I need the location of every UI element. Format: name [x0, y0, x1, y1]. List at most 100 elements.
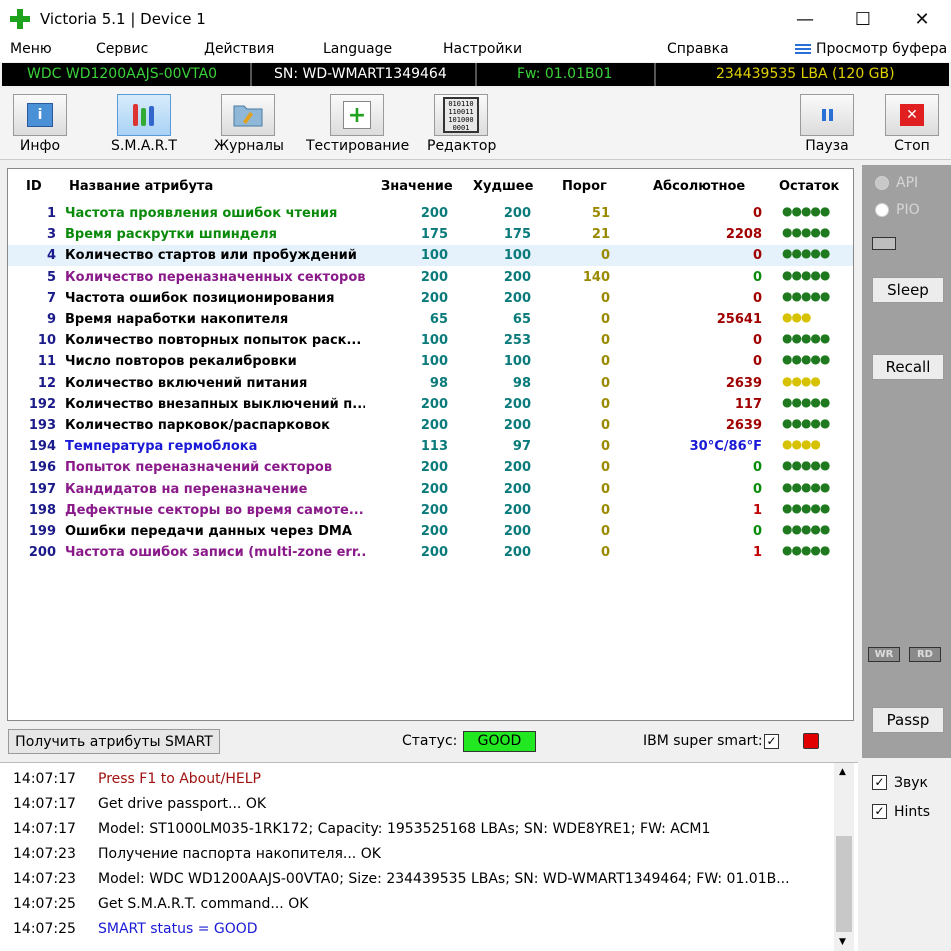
- log-time: 14:07:25: [13, 896, 76, 912]
- table-row[interactable]: 198 Дефектные секторы во время самоте... 2…: [8, 500, 853, 521]
- pause-icon: [800, 94, 854, 136]
- table-row[interactable]: 4 Количество стартов или пробуждений 100 10…: [8, 245, 853, 267]
- get-smart-button[interactable]: Получить атрибуты SMART: [8, 729, 220, 754]
- log-message: Get drive passport... OK: [98, 796, 267, 812]
- menu-actions[interactable]: Действия: [204, 41, 274, 57]
- ibm-super-smart-checkbox[interactable]: ✓: [764, 734, 779, 749]
- info-button[interactable]: i Инфо: [12, 94, 68, 154]
- editor-button[interactable]: 010110 110011 101000 0001 Редактор: [427, 94, 496, 154]
- col-threshold[interactable]: Порог: [562, 179, 607, 194]
- table-row[interactable]: 199 Ошибки передачи данных через DMA 200 20…: [8, 521, 853, 542]
- table-row[interactable]: 200 Частота ошибок записи (multi-zone err…: [8, 542, 853, 563]
- title-bar: Victoria 5.1 | Device 1 — ☐ ✕: [0, 0, 951, 38]
- row-worst: 200: [503, 502, 531, 518]
- row-id: 1: [46, 206, 56, 221]
- row-raw: 0: [752, 269, 762, 285]
- col-health[interactable]: Остаток: [779, 179, 839, 194]
- row-raw: 0: [752, 354, 762, 370]
- col-value[interactable]: Значение: [381, 179, 453, 194]
- passport-button[interactable]: Passp: [872, 707, 944, 733]
- menu-help[interactable]: Справка: [667, 41, 729, 57]
- menu-language[interactable]: Language: [323, 41, 392, 57]
- table-row[interactable]: 12 Количество включений питания 98 98 0 2639 ●…: [8, 373, 853, 394]
- row-name: Количество повторных попыток раск...: [65, 333, 362, 349]
- table-row[interactable]: 3 Время раскрутки шпинделя 175 175 21 2208 ●●●…: [8, 224, 853, 245]
- log-message: Model: ST1000LM035-1RK172; Capacity: 195…: [98, 821, 711, 837]
- recall-button[interactable]: Recall: [872, 354, 944, 380]
- col-name[interactable]: Название атрибута: [69, 179, 213, 194]
- table-row[interactable]: 10 Количество повторных попыток раск... 10…: [8, 330, 853, 351]
- scroll-down-icon[interactable]: ▼: [839, 937, 846, 947]
- col-id[interactable]: ID: [26, 179, 42, 194]
- row-raw: 0: [752, 206, 762, 221]
- table-row[interactable]: 194 Температура гермоблока 113 97 0 30°C/86°F…: [8, 436, 853, 457]
- maximize-button[interactable]: ☐: [834, 0, 892, 38]
- red-status-led: [803, 733, 819, 749]
- table-row[interactable]: 11 Число повторов рекалибровки 100 100 0 0 ●●●…: [8, 351, 853, 372]
- close-button[interactable]: ✕: [893, 0, 951, 38]
- row-name: Количество парковок/распарковок: [65, 418, 330, 433]
- table-row[interactable]: 9 Время наработки накопителя 65 65 0 25641 ●●●: [8, 309, 853, 330]
- sleep-button[interactable]: Sleep: [872, 277, 944, 303]
- api-radio[interactable]: [875, 176, 889, 190]
- row-id: 196: [28, 460, 56, 476]
- table-row[interactable]: 197 Кандидатов на переназначение 200 200 0 0 ●…: [8, 479, 853, 500]
- stop-button[interactable]: ✕ Стоп: [885, 94, 939, 154]
- row-worst: 200: [503, 269, 531, 285]
- row-value: 65: [429, 312, 448, 327]
- log-time: 14:07:23: [13, 846, 76, 862]
- health-dots: ●●●●●: [782, 288, 830, 303]
- testing-button[interactable]: + Тестирование: [306, 94, 409, 154]
- row-worst: 200: [503, 206, 531, 221]
- row-raw: 30°C/86°F: [689, 439, 762, 455]
- logs-button[interactable]: Журналы: [214, 94, 284, 154]
- sound-checkbox[interactable]: ✓: [872, 775, 887, 790]
- hints-checkbox[interactable]: ✓: [872, 804, 887, 819]
- row-name: Частота ошибок позиционирования: [65, 290, 335, 306]
- log-time: 14:07:17: [13, 821, 76, 837]
- scroll-up-icon[interactable]: ▲: [839, 767, 846, 777]
- row-raw: 117: [734, 396, 762, 412]
- col-raw[interactable]: Абсолютное: [653, 179, 745, 194]
- table-row[interactable]: 196 Попыток переназначений секторов 200 200…: [8, 457, 853, 478]
- smart-table: ID Название атрибута Значение Худшее Пор…: [7, 168, 854, 721]
- col-worst[interactable]: Худшее: [473, 179, 533, 194]
- pause-button[interactable]: Пауза: [800, 94, 854, 154]
- log-message: Model: WDC WD1200AAJS-00VTA0; Size: 2344…: [98, 871, 790, 887]
- table-row[interactable]: 5 Количество переназначенных секторов 200 2…: [8, 267, 853, 288]
- table-row[interactable]: 192 Количество внезапных выключений п... 2…: [8, 394, 853, 415]
- stop-x-icon: ✕: [885, 94, 939, 136]
- menu-service[interactable]: Сервис: [96, 41, 148, 57]
- smart-button[interactable]: S.M.A.R.T: [108, 94, 180, 154]
- table-row[interactable]: 193 Количество парковок/распарковок 200 200…: [8, 415, 853, 436]
- row-raw: 2639: [725, 375, 762, 391]
- row-worst: 65: [512, 312, 531, 327]
- row-name: Попыток переназначений секторов: [65, 460, 333, 476]
- row-worst: 200: [503, 481, 531, 497]
- health-dots: ●●●: [782, 310, 811, 324]
- table-row[interactable]: 7 Частота ошибок позиционирования 200 200 0 0…: [8, 288, 853, 309]
- menu-buffer-view[interactable]: Просмотр буфера: [816, 41, 947, 57]
- menu-main[interactable]: Меню: [10, 41, 52, 57]
- scroll-thumb[interactable]: [836, 836, 852, 932]
- log-message: SMART status = GOOD: [98, 921, 258, 937]
- ibm-super-smart-label: IBM super smart:: [643, 733, 763, 749]
- health-dots: ●●●●●: [782, 543, 830, 558]
- drive-model[interactable]: WDC WD1200AAJS-00VTA0: [2, 63, 252, 86]
- minimize-button[interactable]: —: [776, 0, 834, 38]
- row-worst: 100: [503, 248, 531, 264]
- row-value: 200: [420, 460, 448, 476]
- pio-radio[interactable]: [875, 203, 889, 217]
- row-name: Время раскрутки шпинделя: [65, 227, 277, 243]
- wr-indicator: WR: [868, 647, 900, 662]
- health-dots: ●●●●: [782, 437, 821, 452]
- log-scrollbar[interactable]: ▲ ▼: [834, 763, 854, 951]
- table-row[interactable]: 1 Частота проявления ошибок чтения 200 200 5…: [8, 203, 853, 224]
- drive-info-bar: WDC WD1200AAJS-00VTA0 SN: WD-WMART134946…: [2, 63, 949, 86]
- log-entry: 14:07:23 Получение паспорта накопителя...…: [0, 842, 830, 867]
- log-entry: 14:07:25 Get S.M.A.R.T. command... OK: [0, 892, 830, 917]
- menu-settings[interactable]: Настройки: [443, 41, 522, 57]
- log-entry: 14:07:17 Press F1 to About/HELP: [0, 767, 830, 792]
- row-name: Количество переназначенных секторов: [65, 269, 365, 285]
- window-title: Victoria 5.1 | Device 1: [40, 10, 206, 28]
